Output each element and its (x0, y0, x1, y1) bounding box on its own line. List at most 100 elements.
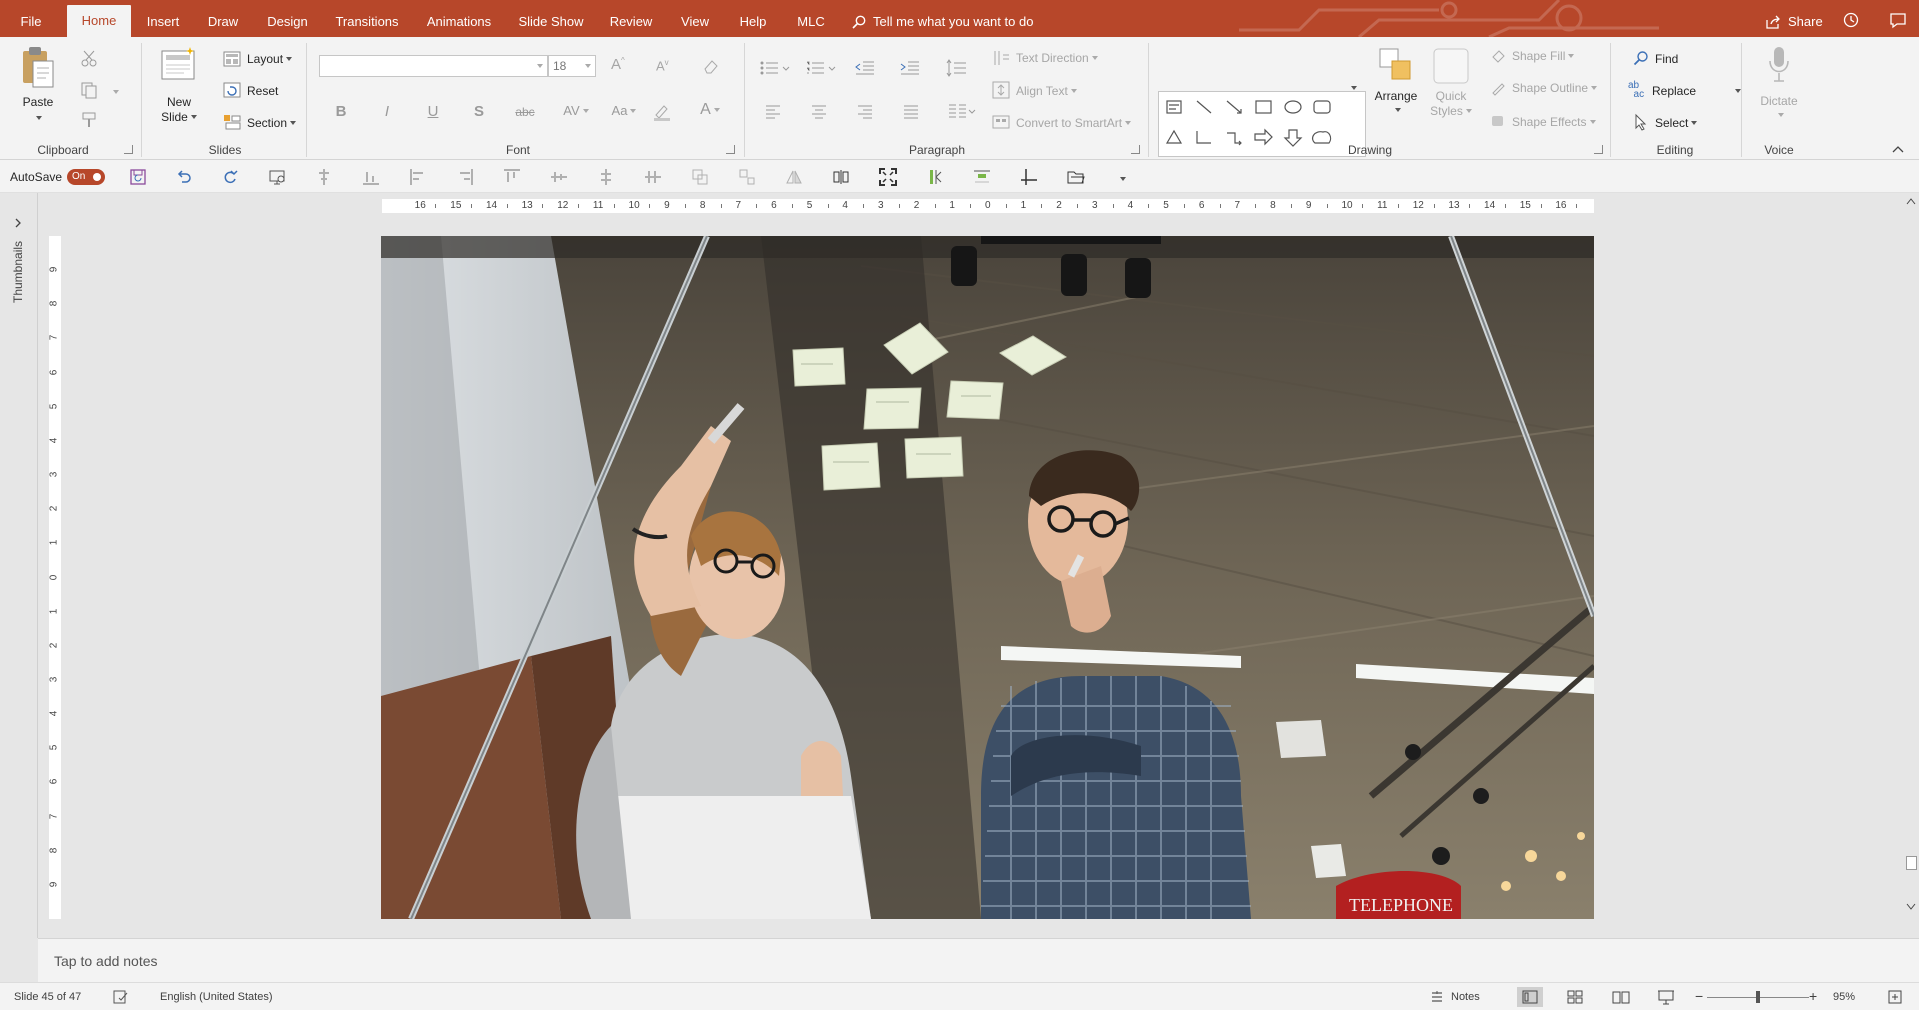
tab-design[interactable]: Design (265, 0, 310, 37)
underline-button[interactable]: U (422, 103, 444, 120)
shape-effects-icon[interactable] (1490, 113, 1506, 129)
layout-button[interactable]: Layout (247, 52, 293, 66)
select-icon[interactable] (1634, 113, 1648, 131)
align-text-button[interactable]: Align Text (1016, 84, 1077, 98)
fit-slide-icon[interactable] (879, 168, 897, 186)
shape-fill-icon[interactable] (1490, 48, 1506, 64)
fit-to-window-icon[interactable] (1888, 990, 1902, 1004)
comments-icon[interactable] (1889, 11, 1907, 29)
reading-view-icon[interactable] (1612, 990, 1630, 1004)
distribute-icon[interactable] (832, 168, 850, 186)
align-tool-1-icon[interactable] (315, 168, 333, 186)
paste-dropdown[interactable] (33, 111, 42, 125)
paste-button[interactable]: Paste (22, 95, 54, 109)
increase-font-size-button[interactable]: A^ (611, 56, 625, 73)
align-tool-7-icon[interactable] (597, 168, 615, 186)
tell-me-search[interactable]: Tell me what you want to do (852, 0, 1033, 37)
paragraph-dialog-launcher[interactable] (1131, 145, 1140, 154)
scroll-up-icon[interactable] (1906, 197, 1916, 205)
autosave-toggle[interactable]: On (67, 169, 105, 185)
slide-photo[interactable]: TELEPHONE (381, 236, 1594, 919)
align-tool-9-icon[interactable] (691, 168, 709, 186)
align-tool-4-icon[interactable] (456, 168, 474, 186)
new-slide-button[interactable]: New Slide (160, 95, 198, 125)
copy-dropdown[interactable] (110, 85, 119, 99)
tab-animations[interactable]: Animations (423, 0, 495, 37)
replace-button[interactable]: Replace (1652, 84, 1742, 98)
italic-button[interactable]: I (376, 103, 398, 120)
reset-button[interactable]: Reset (247, 84, 278, 98)
picture-tool-icon[interactable] (973, 168, 991, 186)
decrease-font-size-button[interactable]: Av (656, 58, 669, 73)
clipboard-dialog-launcher[interactable] (124, 145, 133, 154)
flip-icon[interactable] (785, 168, 803, 186)
font-color-button[interactable]: A (695, 101, 725, 119)
thumbnails-pane[interactable]: Thumbnails (0, 193, 38, 938)
scroll-thumb[interactable] (1906, 856, 1917, 870)
justify-icon[interactable] (903, 105, 919, 119)
bold-button[interactable]: B (330, 103, 352, 120)
crop-icon[interactable] (926, 168, 944, 186)
zoom-level[interactable]: 95% (1833, 991, 1855, 1003)
align-tool-6-icon[interactable] (550, 168, 568, 186)
text-direction-icon[interactable] (992, 49, 1010, 67)
section-icon[interactable] (223, 114, 241, 130)
strikethrough-button[interactable]: abc (514, 105, 536, 119)
character-spacing-button[interactable]: AV (561, 103, 591, 118)
align-tool-2-icon[interactable] (362, 168, 380, 186)
shape-outline-button[interactable]: Shape Outline (1512, 81, 1598, 95)
expand-thumbnails-icon[interactable] (14, 218, 22, 228)
find-button[interactable]: Find (1655, 52, 1678, 66)
vertical-ruler[interactable]: 9 8 7 6 5 4 3 2 1 0 1 2 3 4 5 6 7 8 9 (48, 236, 61, 919)
save-icon[interactable] (129, 168, 147, 186)
numbering-icon[interactable] (806, 61, 836, 75)
highlight-icon[interactable] (652, 103, 674, 121)
paste-icon[interactable] (20, 45, 56, 89)
scroll-down-icon[interactable] (1906, 903, 1916, 911)
decrease-indent-icon[interactable] (855, 60, 875, 76)
share-button[interactable]: Share (1766, 0, 1823, 37)
change-case-button[interactable]: Aa (609, 103, 639, 118)
shapes-gallery-more[interactable] (1348, 81, 1357, 95)
activity-history-icon[interactable] (1842, 11, 1860, 29)
drawing-dialog-launcher[interactable] (1594, 145, 1603, 154)
convert-smartart-button[interactable]: Convert to SmartArt (1016, 116, 1132, 130)
increase-indent-icon[interactable] (900, 60, 920, 76)
redo-icon[interactable] (221, 168, 239, 186)
start-from-beginning-icon[interactable] (268, 168, 286, 186)
select-button[interactable]: Select (1655, 116, 1698, 130)
guides-icon[interactable] (1020, 168, 1038, 186)
zoom-out-button[interactable]: − (1695, 988, 1703, 1004)
quick-styles-icon[interactable] (1432, 47, 1470, 85)
convert-smartart-icon[interactable] (992, 113, 1010, 131)
tab-review[interactable]: Review (608, 0, 654, 37)
spell-check-icon[interactable] (113, 990, 129, 1004)
vertical-scrollbar[interactable] (1903, 193, 1919, 938)
slide-show-icon[interactable] (1657, 989, 1675, 1005)
align-tool-5-icon[interactable] (503, 168, 521, 186)
font-dialog-launcher[interactable] (726, 145, 735, 154)
shape-fill-button[interactable]: Shape Fill (1512, 49, 1575, 63)
font-name-combobox[interactable] (319, 55, 548, 77)
language-indicator[interactable]: English (United States) (160, 991, 273, 1003)
open-folder-icon[interactable] (1067, 168, 1085, 186)
copy-icon[interactable] (80, 81, 98, 99)
notes-pane[interactable]: Tap to add notes (38, 938, 1919, 982)
tab-help[interactable]: Help (736, 0, 770, 37)
align-text-icon[interactable] (992, 81, 1010, 99)
tab-draw[interactable]: Draw (206, 0, 240, 37)
find-icon[interactable] (1633, 50, 1649, 66)
shape-effects-button[interactable]: Shape Effects (1512, 115, 1596, 129)
columns-icon[interactable] (948, 104, 976, 118)
dictate-button[interactable]: Dictate (1758, 94, 1800, 122)
notes-button[interactable]: Notes (1451, 991, 1480, 1003)
align-center-icon[interactable] (811, 105, 827, 119)
collapse-ribbon-icon[interactable] (1892, 145, 1904, 153)
align-left-icon[interactable] (765, 105, 781, 119)
customize-qat-dropdown[interactable] (1117, 172, 1126, 186)
font-size-combobox[interactable]: 18 (548, 55, 596, 77)
zoom-slider-thumb[interactable] (1756, 991, 1760, 1003)
text-shadow-button[interactable]: S (468, 103, 490, 120)
tab-transitions[interactable]: Transitions (335, 0, 399, 37)
microphone-icon[interactable] (1768, 45, 1790, 83)
